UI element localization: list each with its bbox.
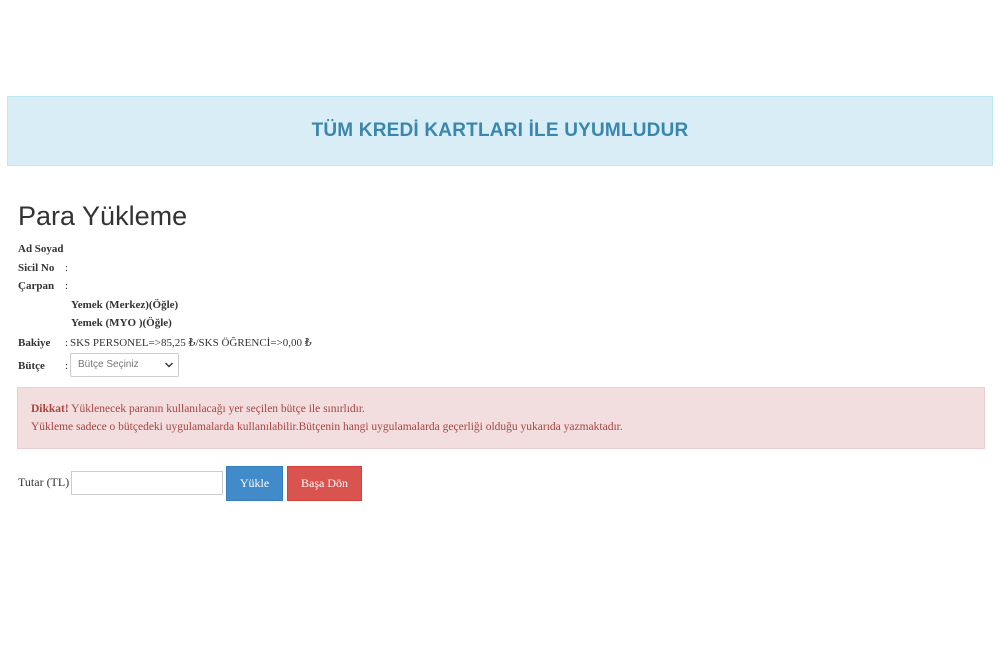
chevron-down-icon-svg	[165, 362, 173, 368]
registry-separator: :	[65, 262, 69, 274]
registry-label: Sicil No	[18, 262, 55, 274]
chevron-down-icon	[164, 354, 174, 385]
warning-alert: Dikkat! Yüklenecek paranın kullanılacağı…	[17, 387, 985, 449]
multiplier-label: Çarpan	[18, 280, 55, 292]
back-to-start-button[interactable]: Başa Dön	[287, 466, 362, 501]
alert-line-2: Yükleme sadece o bütçedeki uygulamalarda…	[31, 420, 623, 433]
budget-row: Bütçe:	[18, 359, 71, 373]
alert-text-1: Yüklenecek paranın kullanılacağı yer seç…	[71, 403, 365, 415]
name-label: Ad Soyad	[18, 243, 64, 255]
amount-label: Tutar (TL)	[18, 475, 70, 489]
alert-strong: Dikkat!	[31, 403, 69, 415]
banner-text: TÜM KREDİ KARTLARI İLE UYUMLUDUR	[311, 120, 689, 141]
upload-button[interactable]: Yükle	[226, 466, 283, 501]
budget-select-value: Bütçe Seçiniz	[78, 359, 139, 370]
name-row: Ad Soyad:	[18, 242, 66, 256]
page-title: Para Yükleme	[18, 201, 188, 231]
balance-value: SKS PERSONEL=>85,25 ₺/SKS ÖĞRENCİ=>0,00 …	[70, 337, 312, 349]
budget-label: Bütçe	[18, 360, 45, 372]
alert-line-1: Dikkat! Yüklenecek paranın kullanılacağı…	[31, 401, 984, 419]
multiplier-separator: :	[65, 280, 69, 292]
multiplier-row: Çarpan:	[18, 279, 71, 293]
credit-card-banner: TÜM KREDİ KARTLARI İLE UYUMLUDUR	[7, 96, 993, 166]
multiplier-item: Yemek (MYO )(Öğle)	[71, 317, 172, 329]
balance-row: Bakiye: SKS PERSONEL=>85,25 ₺/SKS ÖĞRENCİ…	[18, 336, 312, 350]
registry-row: Sicil No:	[18, 261, 71, 275]
name-separator: :	[60, 243, 64, 255]
amount-input[interactable]	[71, 471, 223, 495]
budget-select[interactable]: Bütçe Seçiniz	[70, 353, 179, 377]
balance-label: Bakiye	[18, 337, 51, 349]
multiplier-item: Yemek (Merkez)(Öğle)	[71, 299, 179, 311]
